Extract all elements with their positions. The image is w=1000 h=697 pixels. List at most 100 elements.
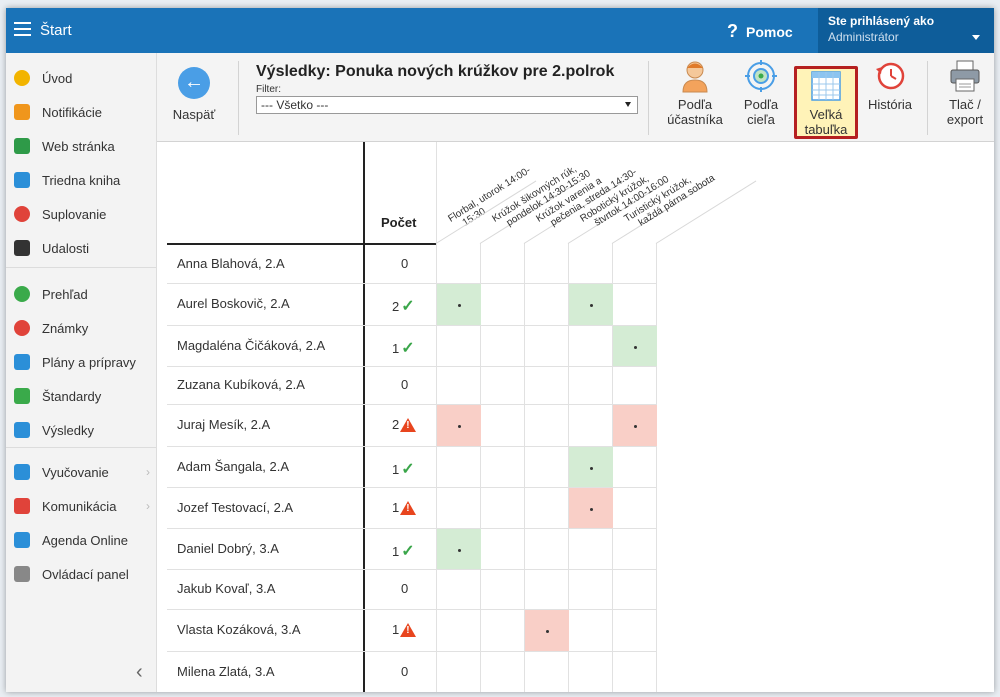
result-cell[interactable]	[569, 488, 613, 528]
gear-icon	[14, 566, 30, 582]
app-title[interactable]: Štart	[40, 22, 72, 39]
app-window: Štart ? Pomoc Ste prihlásený ako Adminis…	[6, 8, 994, 692]
sidebar-item-1[interactable]: Notifikácie	[6, 97, 156, 127]
participant-count: 0	[401, 664, 408, 679]
printer-icon	[949, 59, 981, 93]
sidebar-item-4[interactable]: Suplovanie	[6, 199, 156, 229]
divider	[927, 61, 928, 135]
history-button[interactable]: História	[860, 59, 920, 135]
sidebar: ‹ Úvod Notifikácie Web stránka Triedna knih…	[6, 53, 157, 692]
count-value: 1	[392, 543, 400, 559]
sidebar-item-6[interactable]: Prehľad	[6, 279, 156, 309]
print-export-button[interactable]: Tlač / export	[935, 59, 994, 135]
top-bar: Štart ? Pomoc Ste prihlásený ako Adminis…	[6, 8, 994, 53]
result-cell[interactable]	[613, 326, 657, 366]
participant-name[interactable]: Anna Blahová, 2.A	[177, 256, 285, 271]
tool-label: účastníka	[667, 112, 723, 127]
person-icon	[679, 59, 711, 93]
sidebar-item-0[interactable]: Úvod	[6, 63, 156, 93]
participant-name[interactable]: Magdaléna Čičáková, 2.A	[177, 338, 325, 353]
sidebar-item-label: Ovládací panel	[42, 566, 129, 582]
chevron-down-icon	[972, 35, 980, 40]
participant-name[interactable]: Zuzana Kubíková, 2.A	[177, 377, 305, 392]
collapse-sidebar-icon[interactable]: ‹	[136, 661, 143, 684]
grid-line	[167, 609, 656, 610]
filter-select[interactable]: --- Všetko ---	[256, 96, 638, 114]
grid-line	[167, 325, 656, 326]
participant-count: 1 ✓	[392, 338, 415, 358]
sidebar-item-3[interactable]: Triedna kniha	[6, 165, 156, 195]
participant-name[interactable]: Jakub Kovaľ, 3.A	[177, 581, 275, 596]
user-menu[interactable]: Ste prihlásený ako Administrátor	[818, 8, 994, 53]
participant-count: 1	[392, 500, 417, 515]
by-goal-button[interactable]: Podľa cieľa	[731, 59, 791, 135]
count-value: 0	[401, 256, 409, 271]
count-value: 2	[392, 417, 400, 432]
sidebar-item-label: Agenda Online	[42, 532, 129, 548]
sidebar-item-12[interactable]: Komunikácia ›	[6, 491, 156, 521]
result-cell[interactable]	[437, 284, 481, 325]
count-value: 0	[401, 664, 409, 679]
marker-dot	[458, 549, 461, 552]
divider	[648, 61, 649, 135]
sidebar-item-5[interactable]: Udalosti	[6, 233, 156, 263]
teaching-icon	[14, 464, 30, 480]
back-button[interactable]: ← Naspäť	[167, 67, 221, 122]
sidebar-item-2[interactable]: Web stránka	[6, 131, 156, 161]
participant-name[interactable]: Adam Šangala, 2.A	[177, 459, 289, 474]
participant-count: 0	[401, 581, 408, 596]
tool-label: Tlač /	[949, 97, 981, 112]
count-value: 2	[392, 298, 400, 314]
marker-dot	[590, 508, 593, 511]
sidebar-item-11[interactable]: Vyučovanie ›	[6, 457, 156, 487]
sidebar-item-label: Udalosti	[42, 240, 89, 256]
tool-label: cieľa	[747, 112, 775, 127]
sidebar-item-label: Úvod	[42, 70, 73, 86]
filter-label: Filter:	[256, 84, 281, 95]
participant-name[interactable]: Aurel Boskovič, 2.A	[177, 296, 290, 311]
help-icon: ?	[727, 21, 738, 41]
grid-line	[656, 243, 657, 692]
big-table-button[interactable]: Veľká tabuľka	[794, 66, 858, 139]
grade-icon	[14, 320, 30, 336]
participant-name[interactable]: Vlasta Kozáková, 3.A	[177, 622, 301, 637]
grid-line	[167, 366, 656, 367]
back-label: Naspäť	[172, 107, 216, 122]
sidebar-item-label: Vyučovanie	[42, 464, 109, 480]
sidebar-item-10[interactable]: Výsledky	[6, 415, 156, 445]
check-circle-icon	[14, 286, 30, 302]
grid-line	[167, 569, 656, 570]
help-button[interactable]: ? Pomoc	[727, 21, 793, 42]
sidebar-item-8[interactable]: Plány a prípravy	[6, 347, 156, 377]
sidebar-item-14[interactable]: Ovládací panel	[6, 559, 156, 589]
sidebar-item-label: Plány a prípravy	[42, 354, 136, 370]
result-cell[interactable]	[437, 405, 481, 446]
envelope-icon	[14, 104, 30, 120]
hamburger-menu-icon[interactable]	[14, 22, 31, 36]
target-icon	[745, 59, 777, 93]
filter-value: --- Všetko ---	[261, 98, 329, 112]
pen-icon	[14, 532, 30, 548]
result-cell[interactable]	[437, 529, 481, 569]
shield-icon	[14, 388, 30, 404]
sidebar-item-13[interactable]: Agenda Online	[6, 525, 156, 555]
sidebar-item-9[interactable]: Štandardy	[6, 381, 156, 411]
grid-line	[167, 528, 656, 529]
divider	[238, 61, 239, 135]
participant-name[interactable]: Milena Zlatá, 3.A	[177, 664, 275, 679]
chevron-down-icon	[625, 102, 631, 107]
result-cell[interactable]	[613, 405, 657, 446]
result-cell[interactable]	[569, 284, 613, 325]
check-icon: ✓	[401, 461, 415, 478]
page-title: Výsledky: Ponuka nových krúžkov pre 2.po…	[256, 63, 615, 80]
participant-name[interactable]: Jozef Testovací, 2.A	[177, 500, 293, 515]
sidebar-item-7[interactable]: Známky	[6, 313, 156, 343]
grid-line	[167, 651, 656, 652]
participant-name[interactable]: Juraj Mesík, 2.A	[177, 417, 270, 432]
participant-name[interactable]: Daniel Dobrý, 3.A	[177, 541, 279, 556]
result-cell[interactable]	[569, 447, 613, 487]
chat-icon	[14, 498, 30, 514]
by-participant-button[interactable]: Podľa účastníka	[665, 59, 725, 135]
result-cell[interactable]	[525, 610, 569, 651]
tool-label: Podľa	[677, 97, 713, 112]
